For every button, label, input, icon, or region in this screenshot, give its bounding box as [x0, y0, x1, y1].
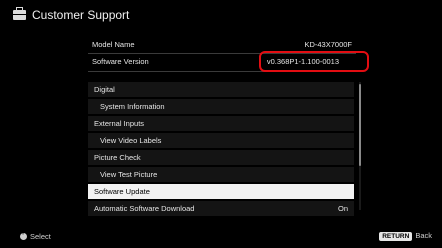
page-title: Customer Support	[32, 8, 130, 22]
list-item-label: View Test Picture	[100, 170, 158, 179]
version-highlight-ring	[259, 51, 369, 72]
model-name-value: KD-43X7000F	[304, 40, 352, 49]
list-item-automatic-software-download[interactable]: Automatic Software Download On	[88, 201, 354, 216]
scrollbar-thumb[interactable]	[359, 84, 361, 166]
model-name-label: Model Name	[92, 40, 135, 49]
list-item-label: External Inputs	[94, 119, 145, 128]
software-version-label: Software Version	[92, 57, 149, 66]
toolbox-icon	[13, 7, 26, 20]
list-item-digital[interactable]: Digital	[88, 82, 354, 97]
select-hint: Select	[20, 230, 51, 241]
list-item-view-video-labels[interactable]: View Video Labels	[88, 133, 354, 148]
list-item-label: Digital	[94, 85, 115, 94]
select-hint-label: Select	[30, 232, 51, 241]
list-item-software-update[interactable]: Software Update	[88, 184, 354, 199]
header: Customer Support	[0, 0, 442, 34]
list-item-label: Picture Check	[94, 153, 141, 162]
return-key-badge: RETURN	[379, 232, 413, 241]
select-button-icon	[20, 230, 27, 240]
list-item-label: View Video Labels	[100, 136, 162, 145]
back-hint-label: Back	[415, 231, 432, 240]
list-item-label: Software Update	[94, 187, 150, 196]
list-item-value: On	[337, 204, 348, 213]
list-item-label: Automatic Software Download	[94, 204, 195, 213]
list-item-view-test-picture[interactable]: View Test Picture	[88, 167, 354, 182]
list-item-external-inputs[interactable]: External Inputs	[88, 116, 354, 131]
list-item-picture-check[interactable]: Picture Check	[88, 150, 354, 165]
back-hint[interactable]: RETURN Back	[379, 231, 432, 241]
list-item-system-information[interactable]: System Information	[88, 99, 354, 114]
list-item-label: System Information	[100, 102, 165, 111]
